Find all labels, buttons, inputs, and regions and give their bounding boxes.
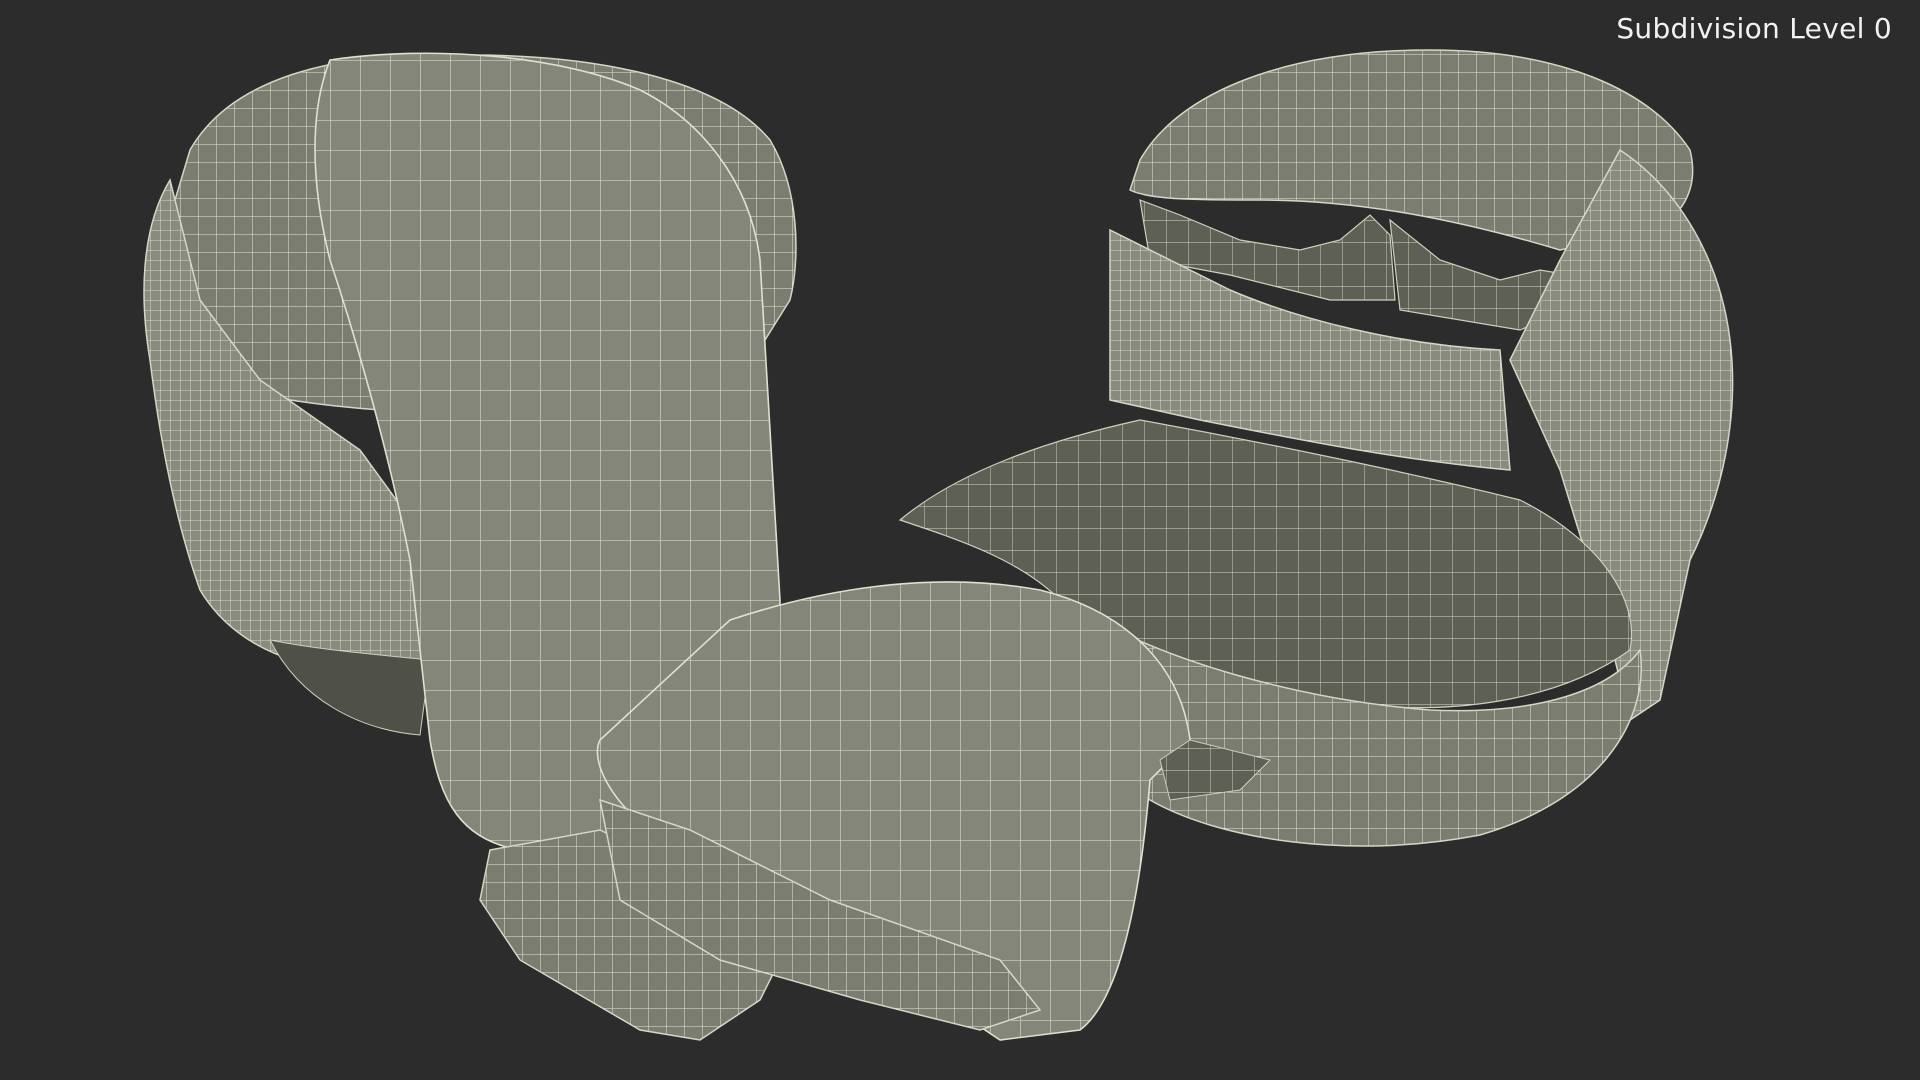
3d-viewport[interactable]: Subdivision Level 0 bbox=[0, 0, 1920, 1080]
subdivision-level-label: Subdivision Level 0 bbox=[1616, 12, 1892, 45]
glove-wireframe-render bbox=[143, 49, 1734, 1041]
